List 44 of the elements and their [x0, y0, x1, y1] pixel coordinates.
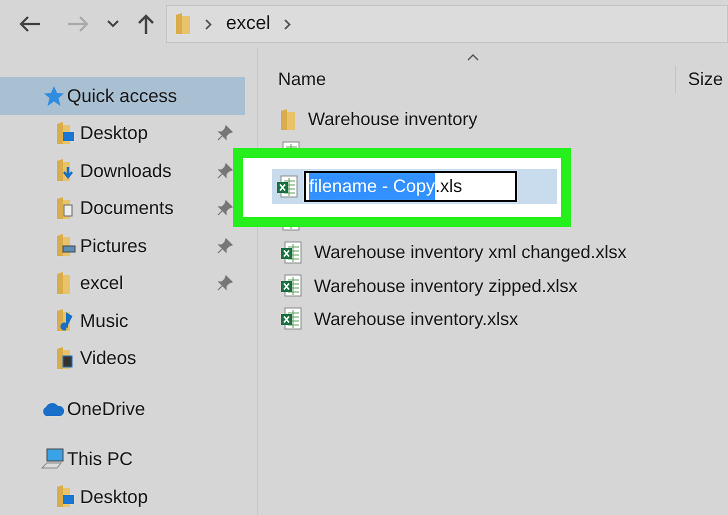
chevron-icon[interactable]	[205, 18, 212, 30]
sidebar-item[interactable]: Videos	[0, 340, 233, 377]
sidebar-item[interactable]: Desktop	[0, 114, 233, 152]
computer-icon	[41, 448, 65, 470]
spreadsheet-icon	[276, 174, 298, 198]
desktop-folder-icon	[56, 485, 76, 508]
file-row[interactable]: Warehouse inventory xml changed.xlsx	[258, 236, 728, 270]
chevron-icon[interactable]	[284, 18, 292, 30]
address-bar[interactable]: excel	[166, 5, 728, 43]
pin-icon[interactable]	[217, 238, 233, 254]
folder-icon	[280, 108, 296, 131]
column-header[interactable]: Size	[688, 66, 724, 93]
sidebar-item[interactable]: Downloads	[0, 152, 233, 190]
file-row[interactable]: Warehouse inventory.xlsx	[258, 302, 728, 336]
spreadsheet-icon	[280, 274, 302, 298]
pin-icon[interactable]	[217, 125, 233, 142]
sidebar-item[interactable]: Documents	[0, 190, 233, 227]
sidebar-item[interactable]: Desktop	[0, 478, 233, 515]
cloud-icon	[41, 402, 65, 416]
sidebar-item[interactable]: Quick access	[0, 77, 245, 114]
sidebar-item[interactable]: This PC	[0, 440, 233, 478]
file-row[interactable]: Warehouse inventory zipped.xlsx	[258, 269, 728, 303]
dropdown-caret-icon[interactable]	[106, 19, 120, 29]
file-row[interactable]: Warehouse inventory	[258, 103, 728, 136]
pictures-folder-icon	[56, 234, 76, 258]
pin-icon[interactable]	[217, 200, 233, 216]
download-folder-icon	[56, 159, 76, 182]
sidebar-item[interactable]: excel	[0, 264, 233, 302]
sidebar-item[interactable]: OneDrive	[0, 390, 233, 428]
pin-icon[interactable]	[217, 162, 233, 179]
rename-field[interactable]: filename - Copy.xls	[304, 171, 517, 202]
path-segment[interactable]: excel	[226, 10, 270, 38]
sort-caret-icon	[467, 53, 479, 61]
selected-file-row[interactable]: filename - Copy.xls	[272, 169, 557, 204]
spreadsheet-icon	[280, 240, 302, 265]
spreadsheet-icon	[280, 307, 302, 332]
sidebar-item[interactable]: Pictures	[0, 227, 233, 264]
up-arrow-icon[interactable]	[136, 13, 156, 35]
back-arrow-icon[interactable]	[18, 15, 42, 33]
folder-icon	[175, 13, 191, 35]
sidebar-item[interactable]: Music	[0, 302, 233, 340]
desktop-folder-icon	[56, 122, 76, 145]
pin-icon[interactable]	[217, 275, 233, 292]
column-header[interactable]: Name	[278, 66, 676, 93]
